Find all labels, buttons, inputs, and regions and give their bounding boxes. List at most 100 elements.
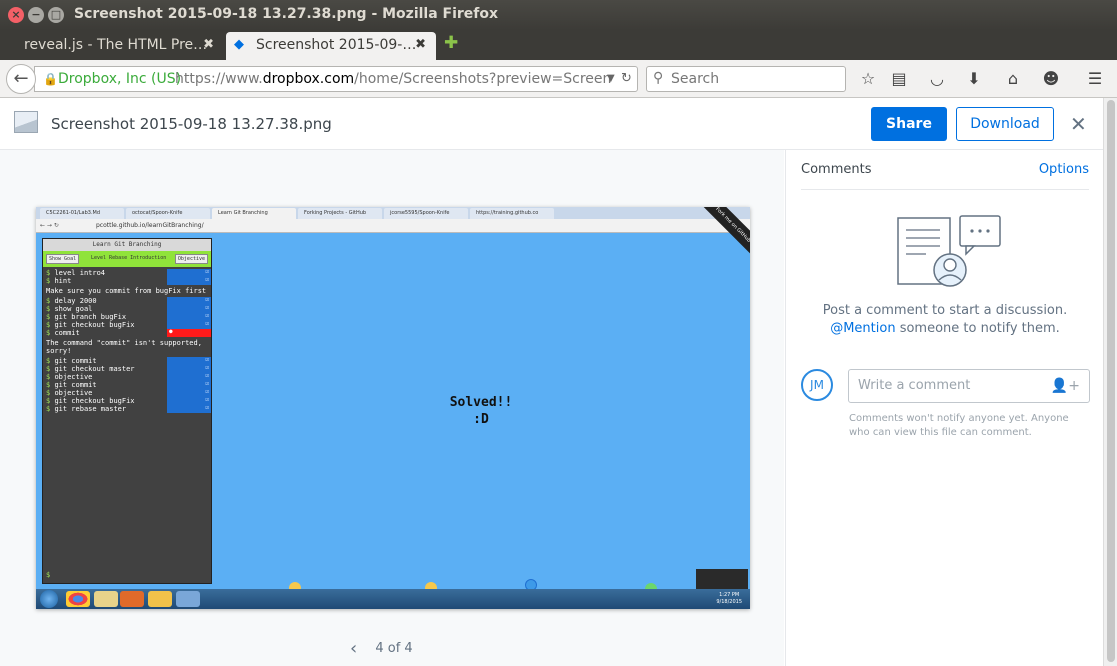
- preview-pane: C5C2261-01/Lab3.Md octocat/Spoon-Knife L…: [0, 150, 784, 666]
- comments-heading: Comments: [801, 162, 872, 177]
- terminal-title: Learn Git Branching: [43, 239, 211, 251]
- media-player-icon: [120, 591, 144, 607]
- virtualbox-icon: [176, 591, 200, 607]
- comment-placeholder: Write a comment: [858, 378, 971, 393]
- comments-illustration-icon: [897, 215, 1001, 287]
- solved-line: Solved!!: [449, 395, 513, 410]
- taskbar-clock: 1:27 PM 9/18/2015: [716, 592, 742, 606]
- back-arrow-icon: ←: [13, 68, 29, 89]
- viewer-header: Screenshot 2015-09-18 13.27.38.png Share…: [0, 98, 1103, 150]
- empty-line-1: Post a comment to start a discussion.: [822, 303, 1068, 318]
- url-domain: dropbox.com: [262, 71, 355, 87]
- terminal-line: $ commit: [43, 328, 211, 337]
- start-orb-icon: [40, 590, 58, 608]
- close-icon[interactable]: ✕: [1070, 112, 1087, 136]
- terminal-line: $ objective: [43, 388, 211, 397]
- scrollbar[interactable]: [1103, 98, 1117, 666]
- scrollbar-thumb[interactable]: [1107, 100, 1115, 662]
- terminal-line: $ git branch bugFix: [43, 312, 211, 321]
- empty-line-2-rest: someone to notify them.: [895, 321, 1060, 336]
- mention-link[interactable]: @Mention: [830, 321, 895, 336]
- inner-tab: jcorse5595/Spoon-Knife: [384, 208, 468, 219]
- terminal-line: $ git checkout master: [43, 364, 211, 373]
- share-button[interactable]: Share: [871, 107, 947, 141]
- inner-tab-bar: C5C2261-01/Lab3.Md octocat/Spoon-Knife L…: [36, 207, 750, 219]
- download-arrow-icon[interactable]: ⬇: [964, 69, 984, 89]
- chevron-left-icon[interactable]: ‹: [350, 638, 357, 659]
- terminal-line: $ git commit: [43, 356, 211, 365]
- menu-icon[interactable]: ☰: [1085, 69, 1105, 89]
- terminal-line: $ git checkout bugFix: [43, 396, 211, 405]
- tab-label: reveal.js - The HTML Pre…: [24, 37, 208, 53]
- terminal-toolbar: Show Goal Level Rebase Introduction Obje…: [43, 251, 211, 267]
- comment-input[interactable]: Write a comment 👤+: [848, 369, 1090, 403]
- solved-message: Solved!! :D: [431, 394, 531, 428]
- tab-screenshot[interactable]: ◆ Screenshot 2015-09-… ✖: [226, 32, 436, 60]
- window-minimize-button[interactable]: −: [28, 7, 44, 23]
- url-path: /home/Screenshots?preview=Screen: [354, 71, 612, 87]
- pager-text: 4 of 4: [375, 641, 413, 656]
- tab-label: Screenshot 2015-09-…: [256, 37, 417, 53]
- clock-time: 1:27 PM: [719, 592, 740, 598]
- inner-tab: Forking Projects - GitHub: [298, 208, 382, 219]
- comments-header: Comments Options: [801, 162, 1089, 190]
- close-icon[interactable]: ✖: [203, 32, 214, 58]
- reading-list-icon[interactable]: ▤: [889, 69, 909, 89]
- terminal-line: $ show goal: [43, 304, 211, 313]
- inner-url-text: pcottle.github.io/learnGitBranching/: [96, 222, 204, 229]
- comments-sidebar: Comments Options Post a comment to start…: [785, 150, 1103, 666]
- reload-icon[interactable]: ↻: [621, 67, 632, 91]
- terminal-prompt: $: [46, 571, 51, 579]
- file-title: Screenshot 2015-09-18 13.27.38.png: [51, 115, 332, 133]
- solved-face: :D: [473, 412, 489, 427]
- bookmark-star-icon[interactable]: ☆: [858, 69, 878, 89]
- clock-date: 9/18/2015: [716, 599, 742, 605]
- pocket-icon[interactable]: ◡: [927, 69, 947, 89]
- inner-tab: octocat/Spoon-Knife: [126, 208, 210, 219]
- site-identity: Dropbox, Inc (US): [58, 71, 182, 87]
- tab-reveal[interactable]: reveal.js - The HTML Pre… ✖: [2, 32, 224, 60]
- image-file-icon: [14, 111, 38, 133]
- options-link[interactable]: Options: [1039, 162, 1089, 177]
- terminal-line: $ objective: [43, 372, 211, 381]
- window-maximize-button[interactable]: □: [48, 7, 64, 23]
- window-close-button[interactable]: ×: [8, 7, 24, 23]
- home-icon[interactable]: ⌂: [1003, 69, 1023, 89]
- window-titlebar: × − □ Screenshot 2015-09-18 13.27.38.png…: [0, 0, 1117, 30]
- download-button[interactable]: Download: [956, 107, 1054, 141]
- close-icon[interactable]: ✖: [415, 32, 426, 58]
- pager: ‹ 4 of 4: [350, 638, 413, 659]
- comments-note: Comments won't notify anyone yet. Anyone…: [849, 413, 1069, 438]
- dropbox-icon: ◆: [234, 37, 244, 52]
- zoom-panel: [696, 569, 748, 589]
- screenshot-image: C5C2261-01/Lab3.Md octocat/Spoon-Knife L…: [36, 207, 750, 609]
- inner-tab: Learn Git Branching: [212, 208, 296, 219]
- url-bar[interactable]: 🔒 Dropbox, Inc (US) https://www.dropbox.…: [34, 66, 638, 92]
- objective-button: Objective: [174, 254, 208, 264]
- url-prefix: https://www.: [175, 71, 263, 87]
- chrome-icon: [66, 591, 90, 607]
- dropdown-icon[interactable]: ▼: [607, 67, 615, 91]
- terminal-line: $ git rebase master: [43, 404, 211, 413]
- search-input[interactable]: ⚲ Search: [646, 66, 846, 92]
- hello-icon[interactable]: ☻: [1041, 69, 1061, 89]
- inner-tab: C5C2261-01/Lab3.Md: [40, 208, 124, 219]
- url-text: https://www.dropbox.com/home/Screenshots…: [175, 67, 611, 91]
- terminal-line: $ hint: [43, 276, 211, 285]
- inner-tab: https://training.github.co: [470, 208, 554, 219]
- search-placeholder: Search: [671, 71, 720, 87]
- folder-icon: [148, 591, 172, 607]
- back-button[interactable]: ←: [6, 64, 36, 94]
- nav-bar: 🔒 Dropbox, Inc (US) https://www.dropbox.…: [0, 60, 1117, 98]
- empty-line-2: @Mention someone to notify them.: [801, 320, 1089, 338]
- window-title: Screenshot 2015-09-18 13.27.38.png - Moz…: [74, 6, 499, 22]
- inner-nav-icons: ← → ↻: [40, 222, 59, 229]
- lock-icon: 🔒: [43, 72, 58, 86]
- add-person-icon[interactable]: 👤+: [1051, 370, 1080, 402]
- terminal-line: $ git commit: [43, 380, 211, 389]
- tab-bar: reveal.js - The HTML Pre… ✖ ◆ Screenshot…: [0, 30, 1117, 60]
- windows-taskbar: 1:27 PM 9/18/2015: [36, 589, 750, 609]
- new-tab-icon[interactable]: ✚: [444, 33, 458, 53]
- inner-url-bar: ← → ↻ pcottle.github.io/learnGitBranchin…: [36, 219, 750, 233]
- avatar: JM: [801, 369, 833, 401]
